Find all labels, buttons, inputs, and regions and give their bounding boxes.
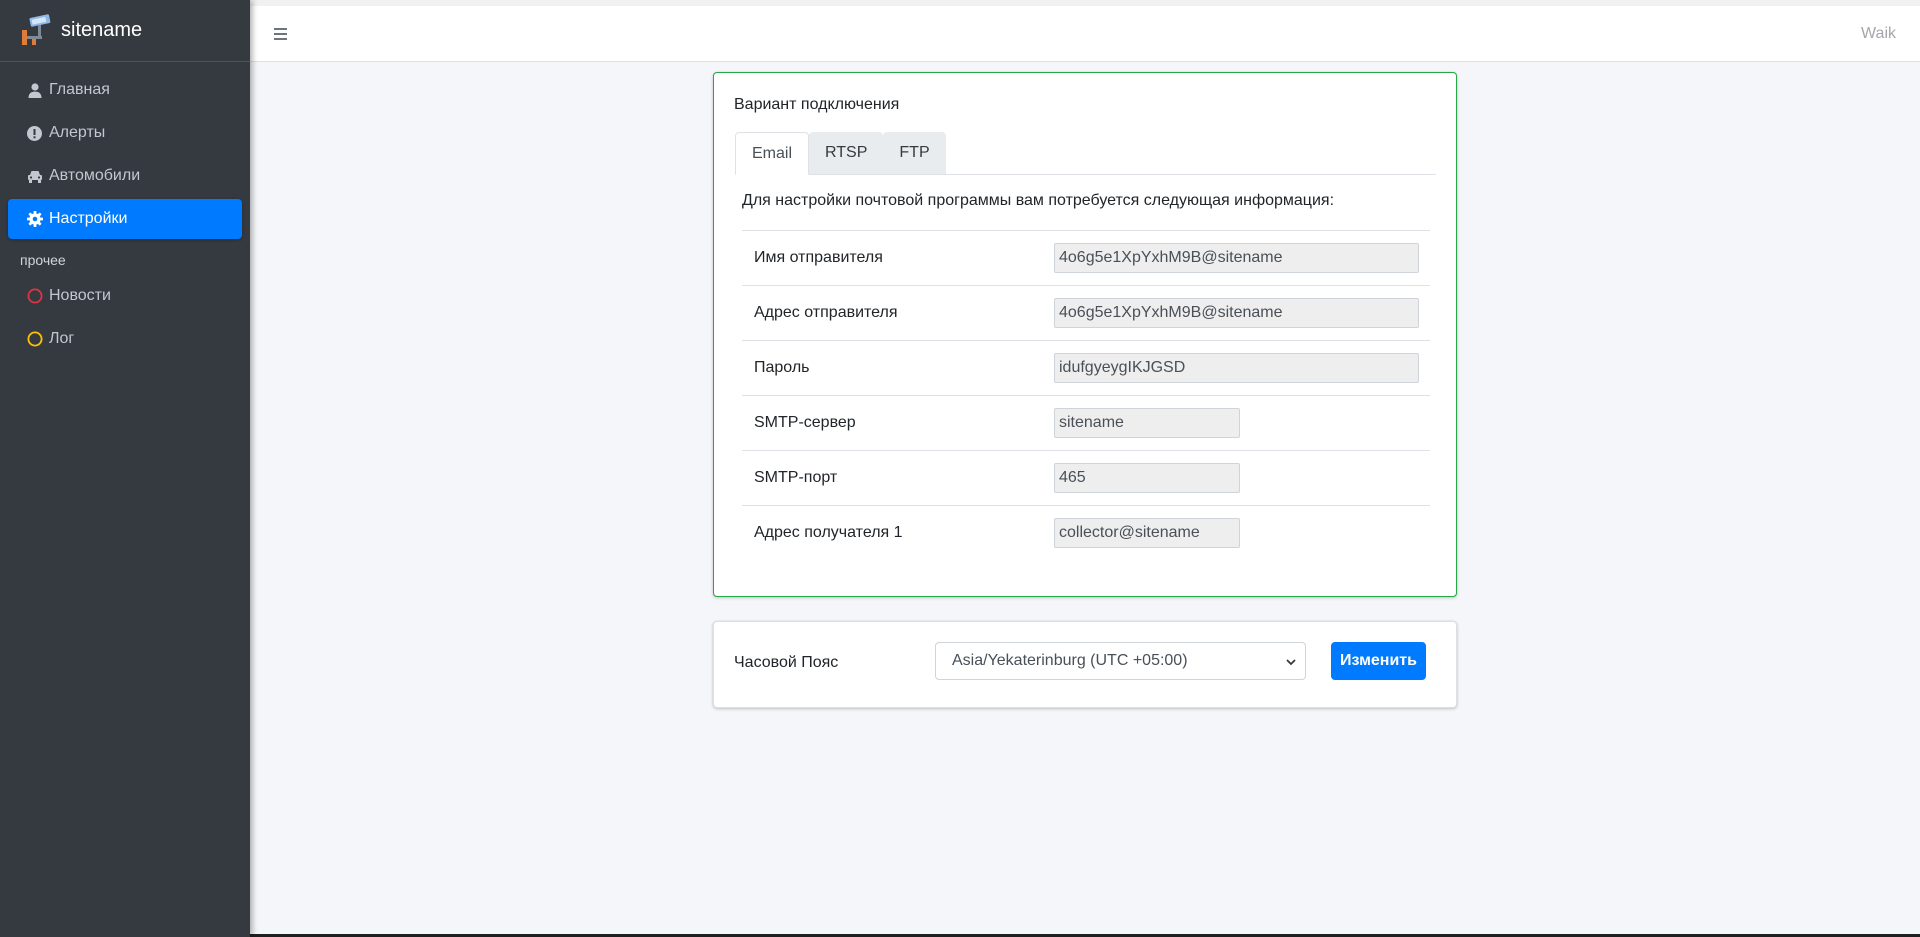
sidebar-item-label: Лог [49,330,75,347]
password-field[interactable] [1054,353,1419,383]
user-icon [26,82,43,99]
smtp-server-label: SMTP-сервер [742,395,1054,451]
sidebar-nav: Главная Алерты Автомобили Настройки проч… [0,62,250,359]
smtp-server-field[interactable] [1054,408,1240,438]
tab-ftp[interactable]: FTP [883,132,946,174]
smtp-port-field[interactable] [1054,463,1240,493]
smtp-port-label: SMTP-порт [742,450,1054,506]
sidebar-item-cars[interactable]: Автомобили [8,156,242,196]
sidebar-item-settings[interactable]: Настройки [8,199,242,239]
change-timezone-button[interactable]: Изменить [1331,642,1426,680]
car-icon [26,168,43,185]
email-intro-text: Для настройки почтовой программы вам пот… [742,192,1335,209]
sidebar-item-home[interactable]: Главная [8,70,242,110]
sender-address-field[interactable] [1054,298,1419,328]
chevron-down-icon [1286,659,1296,666]
sidebar-section-header: прочее [20,252,66,268]
table-row: Имя отправителя [742,230,1430,286]
recipient-address-label: Адрес получателя 1 [742,505,1054,561]
tab-rtsp[interactable]: RTSP [809,132,884,174]
sidebar-item-label: Настройки [49,210,128,227]
table-row: SMTP-сервер [742,395,1430,451]
timezone-select[interactable]: Asia/Yekaterinburg (UTC +05:00) [935,642,1306,680]
gear-icon [26,211,43,228]
sidebar-item-alerts[interactable]: Алерты [8,113,242,153]
brand-name: sitename [61,19,143,41]
timezone-selected-value: Asia/Yekaterinburg (UTC +05:00) [952,652,1188,669]
sidebar-item-label: Главная [49,81,110,98]
email-settings-table: Имя отправителя Адрес отправителя Пароль… [742,230,1430,561]
timezone-label: Часовой Пояс [734,654,839,671]
sidebar-item-label: Автомобили [49,167,141,184]
sender-name-field[interactable] [1054,243,1419,273]
connection-card: Вариант подключения Email RTSP FTP Для н… [713,72,1457,597]
card-title: Вариант подключения [734,96,900,113]
sidebar-item-label: Алерты [49,124,106,141]
sidebar: sitename Главная Алерты Автомобили Настр… [0,0,250,937]
sidebar-item-news[interactable]: Новости [8,276,242,316]
sender-address-label: Адрес отправителя [742,285,1054,341]
timezone-card: Часовой Пояс Asia/Yekaterinburg (UTC +05… [713,621,1457,708]
sidebar-item-log[interactable]: Лог [8,319,242,359]
user-name[interactable]: Waik [1861,25,1896,43]
brand[interactable]: sitename [0,0,250,62]
tab-email[interactable]: Email [735,132,810,175]
recipient-address-field[interactable] [1054,518,1240,549]
circle-outline-icon [26,288,43,305]
table-row: SMTP-порт [742,450,1430,506]
table-row: Пароль [742,340,1430,396]
password-label: Пароль [742,340,1054,396]
sidebar-item-label: Новости [49,287,111,304]
exclamation-circle-icon [26,125,43,142]
top-navbar: Waik [250,0,1920,62]
circle-outline-icon [26,331,43,348]
menu-toggle-icon[interactable] [272,26,290,42]
connection-tabs: Email RTSP FTP [735,132,1436,175]
camera-logo-icon [22,13,51,45]
table-row: Адрес отправителя [742,285,1430,341]
sender-name-label: Имя отправителя [742,230,1054,286]
table-row: Адрес получателя 1 [742,505,1430,561]
